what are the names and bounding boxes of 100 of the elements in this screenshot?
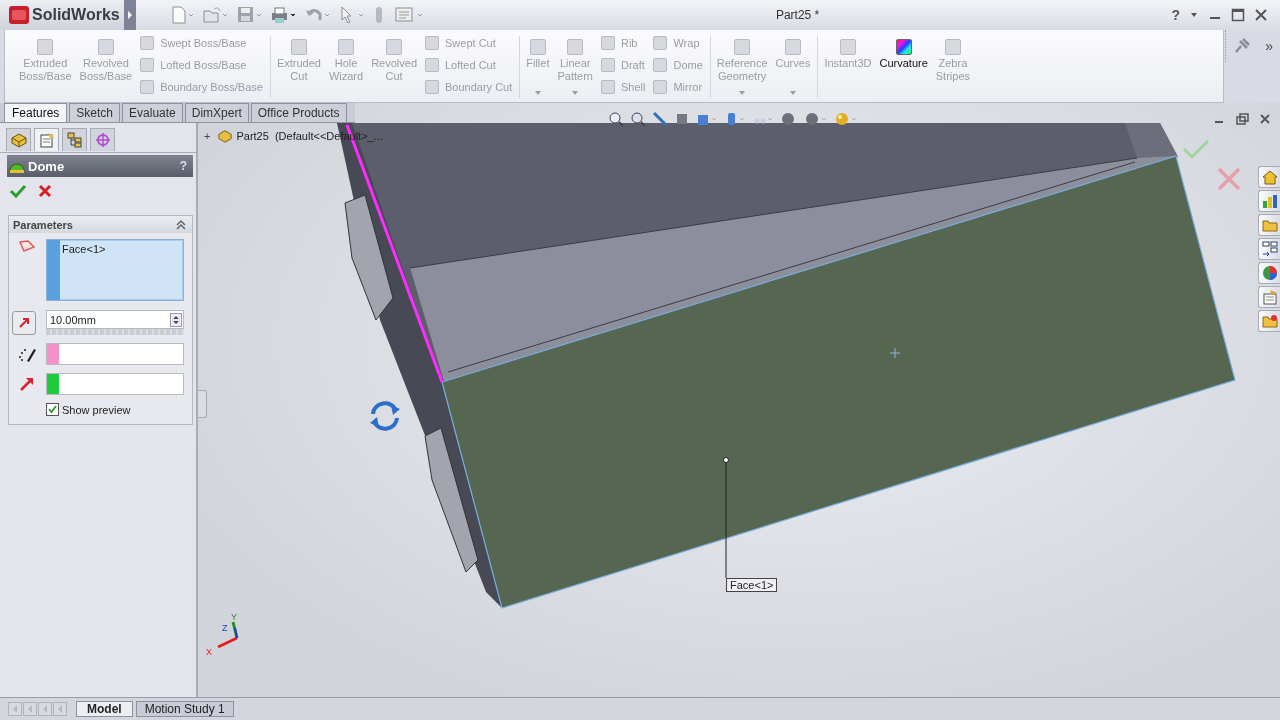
- square-icon: [784, 39, 801, 55]
- square-icon: [140, 58, 155, 72]
- ribbon-command[interactable]: Curves: [775, 32, 811, 98]
- task-pane-tab[interactable]: [1258, 166, 1280, 188]
- magnifier-icon[interactable]: [630, 111, 646, 127]
- task-pane-tab[interactable]: [1258, 286, 1280, 308]
- ribbon-command[interactable]: Fillet: [526, 32, 550, 98]
- ribbon-command[interactable]: Revolved Boss/Base: [79, 32, 133, 98]
- square-icon: [140, 80, 155, 94]
- house-icon: [1261, 169, 1278, 185]
- axis-label: X: [206, 647, 212, 657]
- save-icon[interactable]: [235, 6, 262, 24]
- spinner-icon[interactable]: [170, 312, 182, 327]
- selection-field[interactable]: [46, 373, 184, 395]
- new-document-icon[interactable]: [169, 6, 194, 24]
- ribbon-command[interactable]: Boundary Boss/Base: [140, 76, 263, 98]
- axis-label: Y: [231, 612, 237, 622]
- help-button[interactable]: ?: [179, 159, 187, 173]
- reverse-direction-button[interactable]: [12, 310, 36, 335]
- restore-icon[interactable]: [1235, 113, 1249, 125]
- ribbon-command[interactable]: Wrap: [653, 32, 703, 54]
- command-tab[interactable]: DimXpert: [184, 103, 249, 122]
- task-pane-tab[interactable]: [1258, 262, 1280, 284]
- ball-icon[interactable]: [834, 111, 858, 127]
- ribbon-command[interactable]: Shell: [600, 76, 646, 98]
- thumbwheel[interactable]: [46, 329, 184, 335]
- ribbon-command[interactable]: Boundary Cut: [425, 76, 513, 98]
- checkbox[interactable]: [46, 403, 59, 416]
- maximize-icon[interactable]: [1231, 8, 1245, 22]
- panel-tab[interactable]: [34, 128, 59, 151]
- panel-tab[interactable]: [90, 128, 115, 151]
- close-icon[interactable]: [1254, 8, 1268, 22]
- face-callout: Face<1>: [726, 578, 778, 592]
- task-pane-tab[interactable]: [1258, 214, 1280, 236]
- ribbon-command[interactable]: Dome: [653, 54, 703, 76]
- command-tab[interactable]: Evaluate: [122, 103, 183, 122]
- command-tab[interactable]: Office Products: [250, 103, 347, 122]
- printer-icon[interactable]: [269, 6, 296, 24]
- ribbon-command[interactable]: Reference Geometry: [716, 32, 768, 98]
- ribbon-command[interactable]: Zebra Stripes: [935, 32, 970, 98]
- ribbon-command[interactable]: Lofted Cut: [425, 54, 513, 76]
- check-icon[interactable]: [1182, 138, 1210, 160]
- command-tab[interactable]: Features: [4, 103, 68, 122]
- clipboard-icon: [1261, 289, 1278, 305]
- ribbon-command[interactable]: Extruded Cut: [276, 32, 321, 98]
- panel-tab[interactable]: [6, 128, 31, 151]
- check-icon[interactable]: [9, 183, 27, 199]
- help-button[interactable]: ?: [1171, 7, 1180, 23]
- target-icon: [93, 132, 112, 148]
- square-icon: [37, 39, 54, 55]
- bottom-tab[interactable]: Motion Study 1: [135, 701, 234, 717]
- ribbon-command[interactable]: Lofted Boss/Base: [140, 54, 263, 76]
- axis-triad-drawing: [217, 621, 239, 649]
- cube-icon[interactable]: [674, 111, 690, 127]
- ribbon-command[interactable]: Swept Cut: [425, 32, 513, 54]
- close-icon[interactable]: [1258, 113, 1272, 125]
- ribbon-command[interactable]: Revolved Cut: [371, 32, 417, 98]
- selection-field[interactable]: [46, 343, 184, 365]
- list-item[interactable]: Face<1>: [62, 243, 106, 255]
- ribbon-command[interactable]: Mirror: [653, 76, 703, 98]
- square-icon: [140, 36, 155, 50]
- square-icon: [425, 36, 439, 50]
- sphere-icon[interactable]: [804, 111, 828, 127]
- magnifier-icon[interactable]: [608, 111, 624, 127]
- bottom-tab[interactable]: Model: [76, 701, 133, 717]
- ribbon-command[interactable]: Hole Wizard: [328, 32, 364, 98]
- ribbon-command[interactable]: Instant3D: [824, 32, 872, 98]
- logo-icon: [9, 6, 29, 24]
- ribbon-command[interactable]: Draft: [600, 54, 646, 76]
- close-icon[interactable]: [37, 183, 53, 199]
- splitter-handle[interactable]: [198, 390, 207, 418]
- pin-icon[interactable]: [1233, 37, 1252, 55]
- ribbon-command[interactable]: Extruded Boss/Base: [19, 32, 72, 98]
- task-pane-tab[interactable]: [1258, 238, 1280, 260]
- group-title: Parameters: [13, 218, 73, 231]
- task-pane-tab[interactable]: [1258, 310, 1280, 332]
- ribbon-command[interactable]: Linear Pattern: [557, 32, 593, 98]
- square-icon: [653, 36, 668, 50]
- square-icon: [97, 39, 114, 55]
- checkbox-label[interactable]: Show preview: [62, 403, 131, 416]
- expand-button[interactable]: +: [204, 130, 211, 142]
- folder-icon: [1261, 313, 1278, 329]
- ribbon-command[interactable]: Rib: [600, 32, 646, 54]
- square-icon: [839, 39, 856, 55]
- command-tab[interactable]: Sketch: [69, 103, 121, 122]
- ribbon-command[interactable]: Swept Boss/Base: [140, 32, 263, 54]
- app-logo: SolidWorks: [32, 6, 120, 24]
- distance-field[interactable]: 10.00mm: [46, 310, 184, 329]
- task-pane-tab[interactable]: [1258, 190, 1280, 212]
- selection-list[interactable]: Face<1>: [46, 239, 184, 301]
- rotate-icon: [368, 400, 402, 432]
- panel-tab[interactable]: [62, 128, 87, 151]
- chevron-icon[interactable]: [175, 218, 187, 231]
- square-icon: [653, 80, 668, 94]
- overflow-button[interactable]: »: [1265, 38, 1273, 54]
- square-icon: [600, 36, 615, 50]
- bar-chart-icon: [1261, 193, 1278, 209]
- ribbon-command[interactable]: Curvature: [879, 32, 928, 98]
- folder-icon: [1261, 217, 1278, 233]
- blocks-icon: [217, 129, 234, 143]
